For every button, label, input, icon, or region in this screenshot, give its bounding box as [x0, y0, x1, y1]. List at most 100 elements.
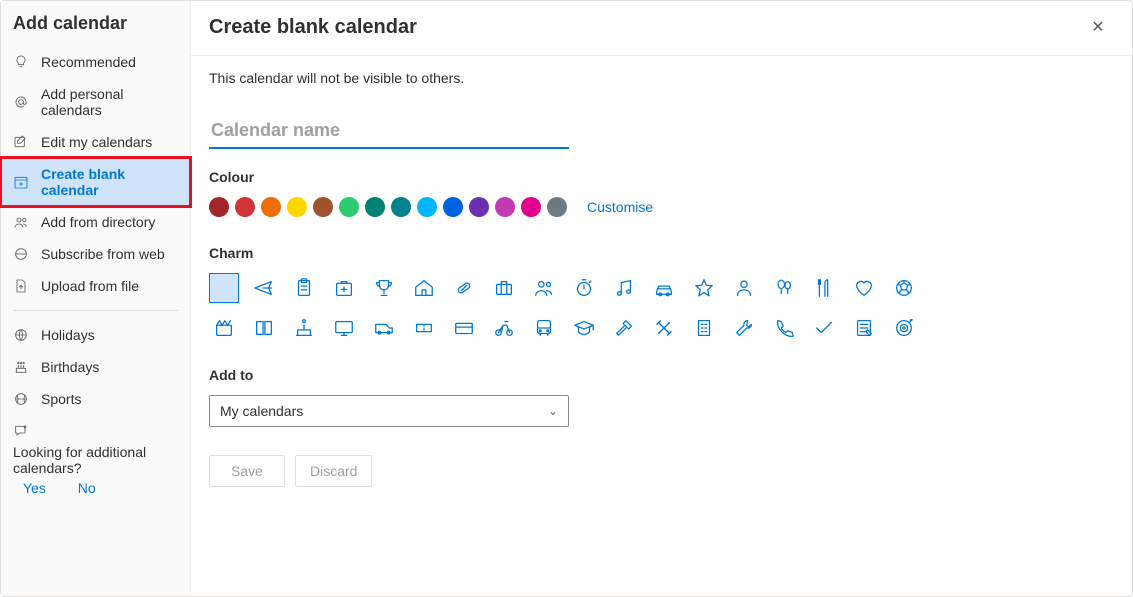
charm-bus[interactable] — [529, 313, 559, 343]
charm-cake[interactable] — [289, 313, 319, 343]
charm-monitor[interactable] — [329, 313, 359, 343]
charm-book[interactable] — [249, 313, 279, 343]
main-header: Create blank calendar ✕ — [191, 1, 1132, 56]
sidebar-title: Add calendar — [1, 13, 190, 46]
calendar-name-input[interactable] — [209, 114, 569, 149]
sidebar-item-label: Create blank calendar — [41, 166, 178, 198]
sidebar-item-personal[interactable]: Add personal calendars — [1, 78, 190, 126]
charm-heart[interactable] — [849, 273, 879, 303]
colour-swatch[interactable] — [365, 197, 385, 217]
button-row: Save Discard — [209, 455, 1114, 487]
charm-car[interactable] — [649, 273, 679, 303]
charm-people[interactable] — [529, 273, 559, 303]
charm-none[interactable] — [209, 273, 239, 303]
charm-home[interactable] — [409, 273, 439, 303]
charm-person[interactable] — [729, 273, 759, 303]
sidebar-item-label: Recommended — [41, 54, 136, 70]
main-panel: Create blank calendar ✕ This calendar wi… — [191, 1, 1132, 596]
colour-swatch[interactable] — [313, 197, 333, 217]
colour-swatch[interactable] — [209, 197, 229, 217]
colour-swatch[interactable] — [495, 197, 515, 217]
charm-wrench[interactable] — [729, 313, 759, 343]
colour-swatch[interactable] — [235, 197, 255, 217]
upload-icon — [13, 278, 29, 294]
charm-stopwatch[interactable] — [569, 273, 599, 303]
charm-card[interactable] — [449, 313, 479, 343]
sidebar-item-label: Edit my calendars — [41, 134, 152, 150]
footer-no-link[interactable]: No — [68, 480, 96, 496]
close-button[interactable]: ✕ — [1082, 11, 1114, 43]
colour-swatch[interactable] — [261, 197, 281, 217]
sidebar-item-edit[interactable]: Edit my calendars — [1, 126, 190, 158]
charm-bike[interactable] — [489, 313, 519, 343]
sidebar-item-label: Subscribe from web — [41, 246, 165, 262]
charm-movie[interactable] — [209, 313, 239, 343]
colour-swatch[interactable] — [443, 197, 463, 217]
charm-van[interactable] — [369, 313, 399, 343]
page-title: Create blank calendar — [209, 16, 417, 39]
close-icon: ✕ — [1091, 17, 1104, 37]
sidebar: Add calendar Recommended Add personal ca… — [1, 1, 191, 596]
addto-select[interactable]: My calendars ⌄ — [209, 395, 569, 427]
chat-icon — [13, 423, 178, 442]
charm-check[interactable] — [809, 313, 839, 343]
sidebar-item-create-blank[interactable]: Create blank calendar — [1, 158, 190, 206]
footer-yes-link[interactable]: Yes — [13, 480, 46, 496]
main-body: This calendar will not be visible to oth… — [191, 56, 1132, 501]
colour-swatch[interactable] — [339, 197, 359, 217]
charm-note-edit[interactable] — [849, 313, 879, 343]
save-button[interactable]: Save — [209, 455, 285, 487]
footer-text-1: Looking for additional — [13, 444, 178, 460]
calendar-plus-icon — [13, 174, 29, 190]
charm-building[interactable] — [689, 313, 719, 343]
charm-trophy[interactable] — [369, 273, 399, 303]
addto-label: Add to — [209, 367, 1114, 383]
ball-icon — [13, 391, 29, 407]
colour-swatch[interactable] — [391, 197, 411, 217]
sidebar-item-label: Sports — [41, 391, 81, 407]
charm-food[interactable] — [809, 273, 839, 303]
sidebar-item-recommended[interactable]: Recommended — [1, 46, 190, 78]
cake-icon — [13, 359, 29, 375]
sidebar-item-upload[interactable]: Upload from file — [1, 270, 190, 302]
charm-soccer[interactable] — [889, 273, 919, 303]
charm-medical[interactable] — [329, 273, 359, 303]
colour-label: Colour — [209, 169, 1114, 185]
sidebar-item-sports[interactable]: Sports — [1, 383, 190, 415]
charm-pill[interactable] — [449, 273, 479, 303]
globe-icon — [13, 327, 29, 343]
charm-balloons[interactable] — [769, 273, 799, 303]
charm-suitcase[interactable] — [489, 273, 519, 303]
sidebar-item-subscribe[interactable]: Subscribe from web — [1, 238, 190, 270]
sidebar-item-label: Add personal calendars — [41, 86, 178, 118]
colour-swatch[interactable] — [287, 197, 307, 217]
charm-label: Charm — [209, 245, 1114, 261]
sidebar-item-directory[interactable]: Add from directory — [1, 206, 190, 238]
charm-airplane[interactable] — [249, 273, 279, 303]
charm-hammer[interactable] — [609, 313, 639, 343]
customise-link[interactable]: Customise — [587, 199, 653, 215]
charm-music[interactable] — [609, 273, 639, 303]
lightbulb-icon — [13, 54, 29, 70]
charm-target[interactable] — [889, 313, 919, 343]
charm-ticket[interactable] — [409, 313, 439, 343]
people-icon — [13, 214, 29, 230]
sidebar-item-label: Add from directory — [41, 214, 155, 230]
charm-clipboard[interactable] — [289, 273, 319, 303]
charm-grad[interactable] — [569, 313, 599, 343]
sidebar-item-birthdays[interactable]: Birthdays — [1, 351, 190, 383]
sidebar-item-label: Birthdays — [41, 359, 99, 375]
colour-swatch[interactable] — [547, 197, 567, 217]
colour-swatch[interactable] — [417, 197, 437, 217]
colour-swatch[interactable] — [521, 197, 541, 217]
charm-star[interactable] — [689, 273, 719, 303]
colour-row: Customise — [209, 197, 1114, 217]
charm-tools[interactable] — [649, 313, 679, 343]
discard-button[interactable]: Discard — [295, 455, 372, 487]
colour-swatch[interactable] — [469, 197, 489, 217]
sidebar-item-holidays[interactable]: Holidays — [1, 319, 190, 351]
at-icon — [13, 94, 29, 110]
charm-phone[interactable] — [769, 313, 799, 343]
footer-text-2: calendars? — [13, 460, 178, 476]
sidebar-item-label: Upload from file — [41, 278, 139, 294]
